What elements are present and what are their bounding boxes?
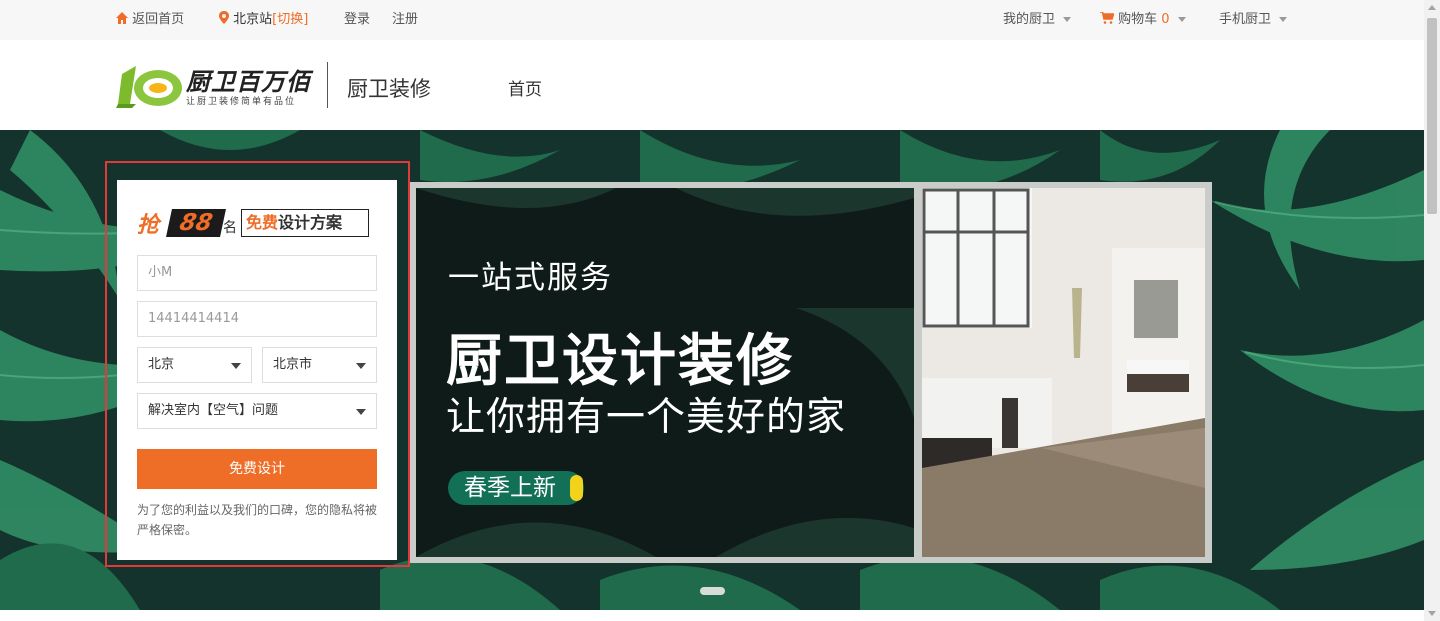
logo-text: 厨卫百万佰 [186, 68, 311, 96]
promo-free: 免费 [246, 213, 279, 232]
chevron-down-icon [1279, 17, 1288, 22]
promo-qiang: 抢 [137, 213, 160, 238]
banner-tag: 春季上新 [448, 471, 584, 505]
design-request-form: 抢 88 名 免费设计方案 小M 14414414414 北京 北京市 解决室内… [117, 180, 397, 560]
banner-line1: 一站式服务 [448, 260, 613, 296]
promo-ming: 名 [223, 220, 237, 236]
promo-carousel-slide[interactable]: 一站式服务 厨卫设计装修 让你拥有一个美好的家 春季上新 [410, 182, 1212, 563]
top-bar: 返回首页 北京站[切换] 登录 注册 我的厨卫 购物车 0 手机厨卫 [0, 0, 1424, 40]
hero-bottom-strip [0, 610, 1424, 621]
issue-select[interactable]: 解决室内【空气】问题 [137, 393, 377, 429]
promo-number: 88 [166, 209, 226, 237]
banner-line2: 厨卫设计装修 [446, 329, 794, 394]
switch-city-link[interactable]: [切换] [272, 12, 308, 27]
banner-tag-label: 春季上新 [464, 475, 556, 501]
home-link-label: 返回首页 [132, 12, 185, 27]
promo-banner: 抢 88 名 免费设计方案 [137, 207, 369, 239]
chevron-down-icon [1177, 17, 1186, 22]
chevron-down-icon [356, 363, 366, 369]
privacy-note: 为了您的利益以及我们的口碑，您的隐私将被严格保密。 [137, 503, 378, 537]
chevron-down-icon [231, 363, 241, 369]
page-scrollbar[interactable] [1424, 0, 1440, 621]
location-pin-icon [219, 11, 229, 24]
city-value: 北京市 [273, 357, 313, 372]
login-link[interactable]: 登录 [344, 0, 370, 40]
cart-label: 购物车 [1118, 12, 1158, 27]
header-divider [327, 62, 328, 108]
province-select[interactable]: 北京 [137, 347, 252, 383]
home-icon [116, 12, 128, 24]
tag-dot-icon [570, 475, 583, 501]
promo-title-box: 免费设计方案 [241, 209, 369, 237]
phone-input[interactable]: 14414414414 [137, 301, 377, 337]
city-selector[interactable]: 北京站[切换] [219, 0, 308, 40]
name-input[interactable]: 小M [137, 255, 377, 291]
home-link[interactable]: 返回首页 [116, 0, 184, 40]
mobile-label: 手机厨卫 [1219, 12, 1272, 27]
carousel-pager-dot[interactable] [700, 587, 725, 595]
cart-count: 0 [1161, 12, 1170, 27]
bathroom-photo [922, 188, 1205, 557]
free-design-button[interactable]: 免费设计 [137, 449, 377, 489]
register-link[interactable]: 注册 [392, 0, 418, 40]
cart-menu[interactable]: 购物车 0 [1100, 0, 1186, 40]
province-value: 北京 [148, 357, 175, 372]
chevron-down-icon [356, 409, 366, 415]
logo-slogan: 让厨卫装修简单有品位 [186, 97, 297, 107]
promo-rest: 设计方案 [278, 213, 343, 232]
nav-home-link[interactable]: 首页 [508, 75, 542, 100]
mobile-menu[interactable]: 手机厨卫 [1219, 0, 1288, 40]
cart-icon [1100, 11, 1115, 24]
scroll-down-icon[interactable] [1428, 611, 1436, 616]
site-name: 厨卫装修 [347, 77, 431, 101]
site-header: 厨卫百万佰 让厨卫装修简单有品位 厨卫装修 首页 [0, 40, 1424, 130]
banner-text-panel: 一站式服务 厨卫设计装修 让你拥有一个美好的家 春季上新 [416, 188, 914, 557]
city-select[interactable]: 北京市 [262, 347, 377, 383]
city-label: 北京站 [233, 12, 273, 27]
logo-mark-icon [116, 66, 182, 108]
banner-line3: 让你拥有一个美好的家 [446, 395, 847, 440]
scrollbar-thumb[interactable] [1427, 18, 1437, 214]
site-logo[interactable]: 厨卫百万佰 让厨卫装修简单有品位 [116, 60, 311, 110]
issue-value: 解决室内【空气】问题 [148, 403, 279, 418]
bathroom-illustration [922, 188, 1205, 557]
my-account-label: 我的厨卫 [1003, 12, 1056, 27]
my-account-menu[interactable]: 我的厨卫 [1003, 0, 1072, 40]
scroll-up-icon[interactable] [1428, 5, 1436, 10]
chevron-down-icon [1063, 17, 1072, 22]
